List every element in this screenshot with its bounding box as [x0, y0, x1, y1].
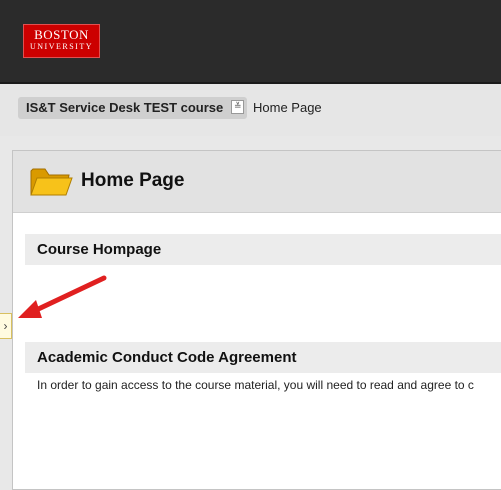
breadcrumb-course-label: IS&T Service Desk TEST course: [26, 100, 224, 115]
annotation-arrow-icon: [18, 275, 107, 318]
boston-university-logo[interactable]: BOSTON UNIVERSITY: [23, 24, 100, 58]
logo-text-boston: BOSTON: [34, 27, 89, 42]
chevron-right-icon: ›: [3, 319, 8, 333]
section-title-course-homepage: Course Hompage: [37, 241, 162, 258]
page-title: Home Page: [81, 170, 185, 191]
breadcrumb-current-page: Home Page: [253, 100, 322, 115]
folder-icon: [30, 168, 73, 196]
section-title-academic-conduct: Academic Conduct Code Agreement: [37, 349, 297, 366]
breadcrumb-course-link[interactable]: IS&T Service Desk TEST course ≚: [18, 97, 248, 119]
section-body-academic-conduct: In order to gain access to the course ma…: [37, 378, 474, 392]
course-menu-toggle[interactable]: ›: [0, 313, 12, 339]
logo-text-university: UNIVERSITY: [30, 42, 93, 51]
top-banner: BOSTON UNIVERSITY: [0, 0, 501, 84]
chevron-down-icon[interactable]: ≚: [231, 100, 245, 114]
